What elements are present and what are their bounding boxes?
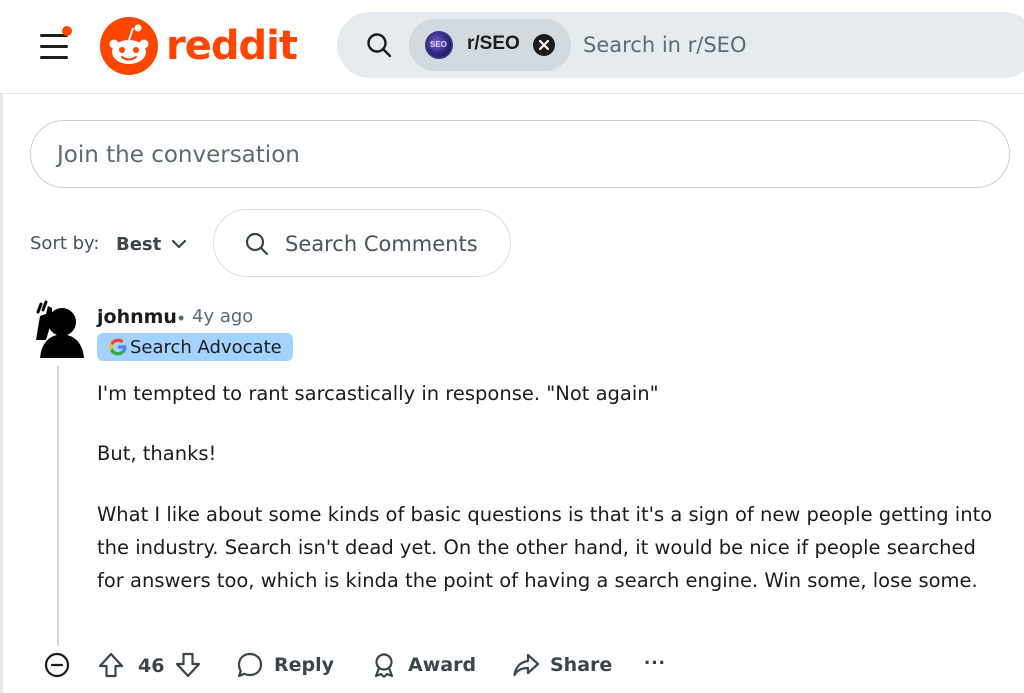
vote-score: 46 — [138, 655, 165, 677]
upvote-button[interactable] — [96, 650, 126, 680]
scope-label: r/SEO — [467, 33, 520, 54]
thread-line[interactable] — [57, 366, 59, 646]
award-button[interactable]: Award — [370, 648, 476, 682]
share-arrow-icon — [513, 653, 540, 677]
hamburger-icon-bar — [40, 56, 68, 59]
top-header: reddit SEO r/SEO — [0, 0, 1024, 94]
subreddit-avatar-text: SEO — [430, 40, 447, 49]
global-search-bar[interactable]: SEO r/SEO — [337, 12, 1024, 78]
reply-button[interactable]: Reply — [236, 648, 334, 682]
user-avatar[interactable] — [30, 300, 86, 358]
meta-separator: • — [178, 308, 185, 328]
more-options-button[interactable]: ··· — [644, 648, 672, 682]
sort-label: Sort by: — [30, 233, 100, 254]
comment-search-placeholder: Search Comments — [285, 232, 478, 256]
snoo-logo-icon — [100, 17, 158, 75]
comment-paragraph: But, thanks! — [97, 442, 217, 465]
user-flair[interactable]: Search Advocate — [97, 333, 293, 361]
search-icon — [365, 31, 393, 59]
speech-bubble-icon — [237, 652, 263, 678]
comment-timestamp[interactable]: 4y ago — [192, 306, 253, 327]
flair-text: Search Advocate — [130, 336, 282, 358]
hamburger-icon-bar — [40, 45, 68, 48]
subreddit-scope-chip[interactable]: SEO r/SEO — [409, 19, 571, 71]
composer-placeholder: Join the conversation — [57, 142, 300, 168]
comment-paragraph: I'm tempted to rant sarcastically in res… — [97, 382, 659, 405]
notification-dot — [62, 26, 72, 36]
award-label: Award — [408, 654, 477, 676]
window-edge — [0, 0, 3, 693]
minus-circle-icon — [44, 652, 70, 678]
search-input[interactable] — [583, 12, 1023, 78]
reddit-logo[interactable]: reddit — [100, 17, 298, 75]
clear-scope-button[interactable] — [533, 34, 555, 56]
award-icon — [374, 653, 394, 678]
comment-search-input[interactable]: Search Comments — [213, 209, 511, 277]
share-label: Share — [550, 654, 613, 676]
subreddit-avatar: SEO — [425, 31, 453, 59]
menu-button[interactable] — [36, 26, 72, 66]
google-g-icon — [109, 338, 127, 356]
sort-value: Best — [116, 233, 162, 255]
comment-paragraph: What I like about some kinds of basic qu… — [97, 503, 993, 592]
comment-composer[interactable]: Join the conversation — [30, 120, 1010, 188]
share-button[interactable]: Share — [512, 648, 612, 682]
close-icon — [538, 39, 550, 51]
logo-wordmark: reddit — [166, 23, 298, 69]
reply-label: Reply — [274, 654, 335, 676]
search-icon — [245, 232, 269, 256]
upvote-arrow-icon — [98, 652, 124, 678]
sort-dropdown[interactable]: Best — [108, 224, 195, 264]
comment-author[interactable]: johnmu — [97, 306, 177, 328]
downvote-button[interactable] — [173, 650, 203, 680]
chevron-down-icon — [172, 239, 187, 249]
downvote-arrow-icon — [175, 652, 201, 678]
collapse-thread-button[interactable] — [44, 652, 70, 678]
